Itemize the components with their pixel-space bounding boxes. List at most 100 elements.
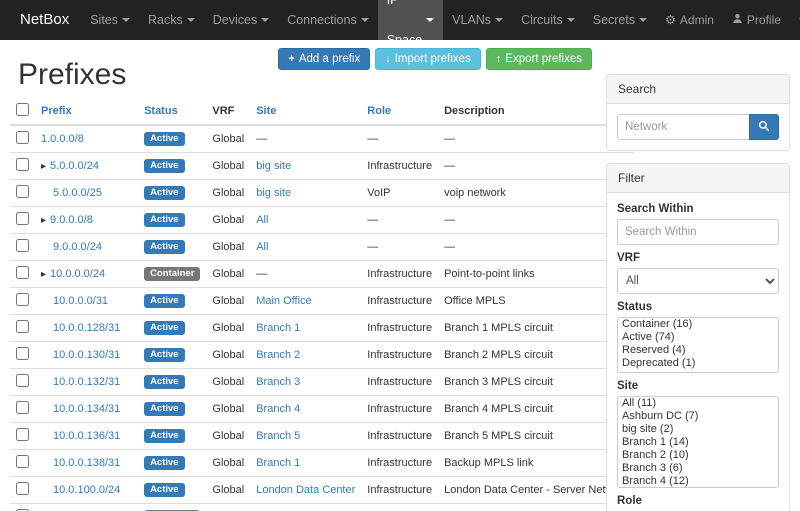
prefix-link[interactable]: 10.0.100.0/24 <box>53 484 120 496</box>
prefix-link[interactable]: 10.0.0.130/31 <box>53 349 120 361</box>
nav-item-sites[interactable]: Sites <box>81 0 139 40</box>
listbox-option[interactable]: Reserved (4) <box>618 344 778 357</box>
site-link[interactable]: Branch 3 <box>256 376 300 388</box>
row-checkbox[interactable] <box>16 482 29 495</box>
site-cell: big site <box>250 153 361 180</box>
table-row: 10.0.0.0/31ActiveGlobalMain OfficeInfras… <box>10 288 635 315</box>
row-checkbox[interactable] <box>16 266 29 279</box>
export-prefixes-button[interactable]: ↑ Export prefixes <box>486 48 592 70</box>
site-link[interactable]: All <box>256 241 268 253</box>
status-cell: Active <box>138 315 206 342</box>
prefix-link[interactable]: 10.0.0.0/31 <box>53 295 108 307</box>
admin-link[interactable]: ⚙ Admin <box>656 0 723 40</box>
listbox-option[interactable]: Branch 1 (14) <box>618 436 778 449</box>
row-checkbox[interactable] <box>16 374 29 387</box>
expand-children-icon[interactable]: ▸ <box>41 161 46 172</box>
listbox-option[interactable]: big site (2) <box>618 423 778 436</box>
search-button[interactable] <box>749 114 779 140</box>
prefix-link[interactable]: 9.0.0.0/24 <box>53 241 102 253</box>
prefix-table-body: 1.0.0.0/8ActiveGlobal———▸5.0.0.0/24Activ… <box>10 125 635 511</box>
listbox-option[interactable]: Active (74) <box>618 331 778 344</box>
prefix-link[interactable]: 1.0.0.0/8 <box>41 133 84 145</box>
prefix-link[interactable]: 9.0.0.0/8 <box>50 214 93 226</box>
network-search-input[interactable] <box>617 114 749 140</box>
sort-link-status[interactable]: Status <box>144 105 178 117</box>
nav-item-ip-space[interactable]: IP Space <box>378 0 443 40</box>
expand-children-icon[interactable]: ▸ <box>41 269 46 280</box>
row-checkbox[interactable] <box>16 347 29 360</box>
site-cell: — <box>250 261 361 288</box>
row-checkbox[interactable] <box>16 401 29 414</box>
expand-children-icon[interactable]: ▸ <box>41 215 46 226</box>
row-checkbox[interactable] <box>16 428 29 441</box>
brand-link[interactable]: NetBox <box>8 0 81 40</box>
nav-item-label: Sites <box>90 0 118 40</box>
site-cell: Branch 3 <box>250 369 361 396</box>
nav-item-circuits[interactable]: Circuits <box>512 0 584 40</box>
prefix-link[interactable]: 10.0.0.136/31 <box>53 430 120 442</box>
listbox-option[interactable]: Branch 3 (6) <box>618 462 778 475</box>
site-link[interactable]: Branch 4 <box>256 403 300 415</box>
row-checkbox[interactable] <box>16 455 29 468</box>
add-prefix-button[interactable]: + Add a prefix <box>278 48 370 70</box>
prefix-link[interactable]: 5.0.0.0/24 <box>50 160 99 172</box>
listbox-option[interactable]: Container (16) <box>618 318 778 331</box>
column-header-role: Role <box>361 98 438 125</box>
listbox-option[interactable]: All (11) <box>618 397 778 410</box>
site-link[interactable]: Branch 5 <box>256 430 300 442</box>
status-badge: Active <box>144 186 185 200</box>
listbox-option[interactable]: Branch 2 (10) <box>618 449 778 462</box>
row-checkbox[interactable] <box>16 293 29 306</box>
site-listbox[interactable]: All (11)Ashburn DC (7)big site (2)Branch… <box>617 396 779 488</box>
prefix-cell: 10.0.0.128/31 <box>35 315 138 342</box>
listbox-option[interactable]: Branch 4 (12) <box>618 475 778 488</box>
listbox-option[interactable]: Deprecated (1) <box>618 357 778 370</box>
row-checkbox[interactable] <box>16 320 29 333</box>
site-link[interactable]: Branch 1 <box>256 322 300 334</box>
search-within-input[interactable] <box>617 219 779 245</box>
import-prefixes-button[interactable]: ↓ Import prefixes <box>375 48 481 70</box>
prefix-link[interactable]: 10.0.0.134/31 <box>53 403 120 415</box>
prefix-link[interactable]: 10.0.0.0/24 <box>50 268 105 280</box>
nav-item-racks[interactable]: Racks <box>139 0 204 40</box>
sort-link-role[interactable]: Role <box>367 105 391 117</box>
row-checkbox[interactable] <box>16 158 29 171</box>
caret-down-icon <box>361 18 369 22</box>
nav-item-devices[interactable]: Devices <box>204 0 278 40</box>
site-link[interactable]: big site <box>256 160 291 172</box>
vrf-select[interactable]: All <box>617 268 779 294</box>
status-badge: Active <box>144 375 185 389</box>
site-link[interactable]: Main Office <box>256 295 311 307</box>
prefix-link[interactable]: 5.0.0.0/25 <box>53 187 102 199</box>
site-link[interactable]: big site <box>256 187 291 199</box>
site-link[interactable]: All <box>256 214 268 226</box>
content: Prefixes + Add a prefix ↓ Import prefixe… <box>0 40 800 511</box>
sort-link-prefix[interactable]: Prefix <box>41 105 72 117</box>
row-checkbox[interactable] <box>16 131 29 144</box>
prefix-link[interactable]: 10.0.0.128/31 <box>53 322 120 334</box>
site-link[interactable]: London Data Center <box>256 484 355 496</box>
prefix-link[interactable]: 10.0.0.132/31 <box>53 376 120 388</box>
role-cell: VoIP <box>361 180 438 207</box>
table-row: 10.0.0.130/31ActiveGlobalBranch 2Infrast… <box>10 342 635 369</box>
role-cell: Infrastructure <box>361 423 438 450</box>
listbox-option[interactable]: Ashburn DC (7) <box>618 410 778 423</box>
status-listbox[interactable]: Container (16)Active (74)Reserved (4)Dep… <box>617 317 779 373</box>
site-cell: Branch 1 <box>250 315 361 342</box>
prefix-link[interactable]: 10.0.0.138/31 <box>53 457 120 469</box>
site-link[interactable]: Branch 1 <box>256 457 300 469</box>
select-all-checkbox[interactable] <box>16 103 29 116</box>
nav-item-secrets[interactable]: Secrets <box>584 0 656 40</box>
row-checkbox[interactable] <box>16 185 29 198</box>
logout-link[interactable]: Log out <box>790 0 800 40</box>
site-cell: All <box>250 207 361 234</box>
column-header-prefix: Prefix <box>35 98 138 125</box>
role-cell: Infrastructure <box>361 369 438 396</box>
profile-link[interactable]: Profile <box>723 0 790 40</box>
sort-link-site[interactable]: Site <box>256 105 276 117</box>
site-link[interactable]: Branch 2 <box>256 349 300 361</box>
nav-item-vlans[interactable]: VLANs <box>443 0 512 40</box>
row-checkbox[interactable] <box>16 239 29 252</box>
row-checkbox[interactable] <box>16 212 29 225</box>
nav-item-connections[interactable]: Connections <box>278 0 378 40</box>
